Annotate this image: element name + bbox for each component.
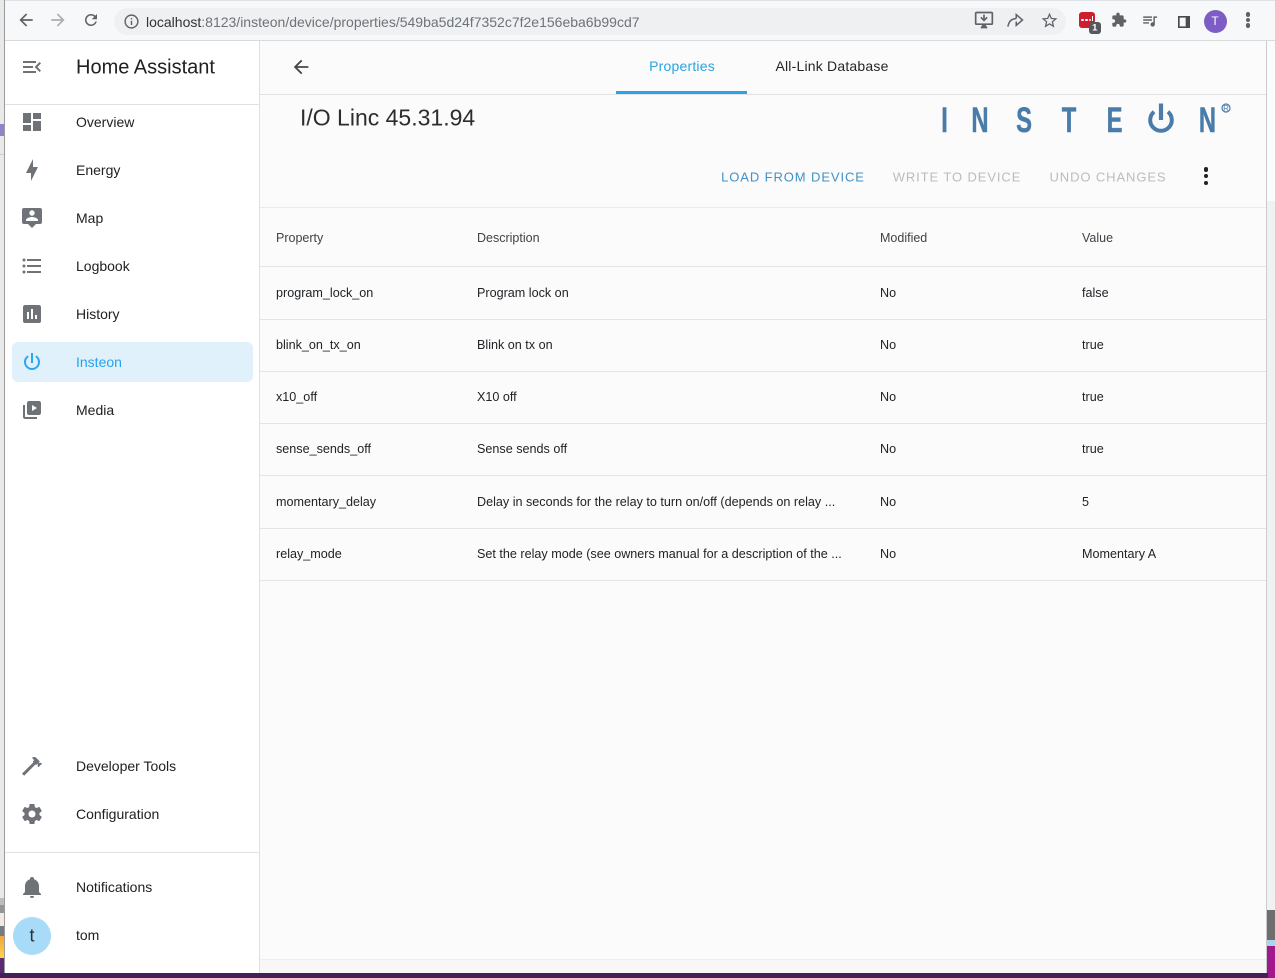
svg-text:S: S (1016, 102, 1032, 141)
svg-text:I: I (941, 102, 948, 141)
svg-text:T: T (1062, 102, 1077, 141)
svg-text:N: N (971, 102, 988, 141)
svg-text:R: R (1223, 104, 1229, 113)
svg-text:N: N (1199, 102, 1216, 141)
svg-text:E: E (1107, 102, 1123, 141)
